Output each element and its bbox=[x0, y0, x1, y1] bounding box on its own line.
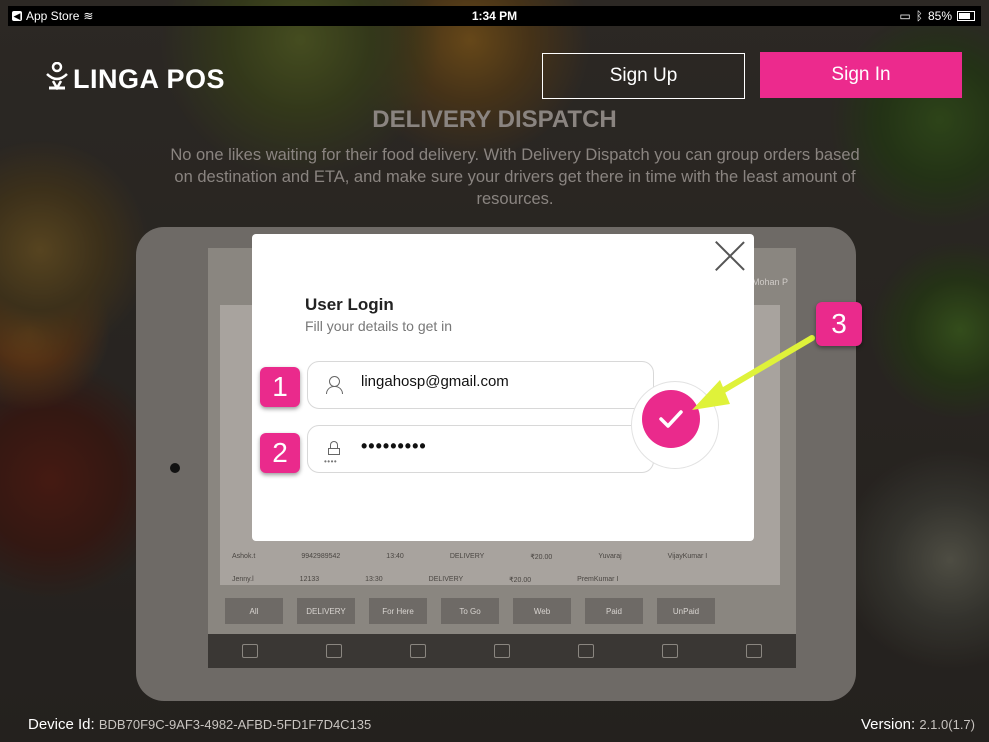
annotation-arrow bbox=[692, 335, 815, 410]
version-value: 2.1.0(1.7) bbox=[919, 717, 975, 732]
device-id-label: Device Id: bbox=[28, 716, 95, 733]
version-info: Version: 2.1.0(1.7) bbox=[861, 716, 975, 733]
step-badge-1: 1 bbox=[260, 367, 300, 407]
step-badge-2: 2 bbox=[260, 433, 300, 473]
device-id-value: BDB70F9C-9AF3-4982-AFBD-5FD1F7D4C135 bbox=[98, 717, 372, 732]
step-badge-3: 3 bbox=[816, 302, 862, 346]
version-label: Version: bbox=[860, 716, 916, 733]
device-id: Device Id: BDB70F9C-9AF3-4982-AFBD-5FD1F… bbox=[28, 716, 371, 733]
